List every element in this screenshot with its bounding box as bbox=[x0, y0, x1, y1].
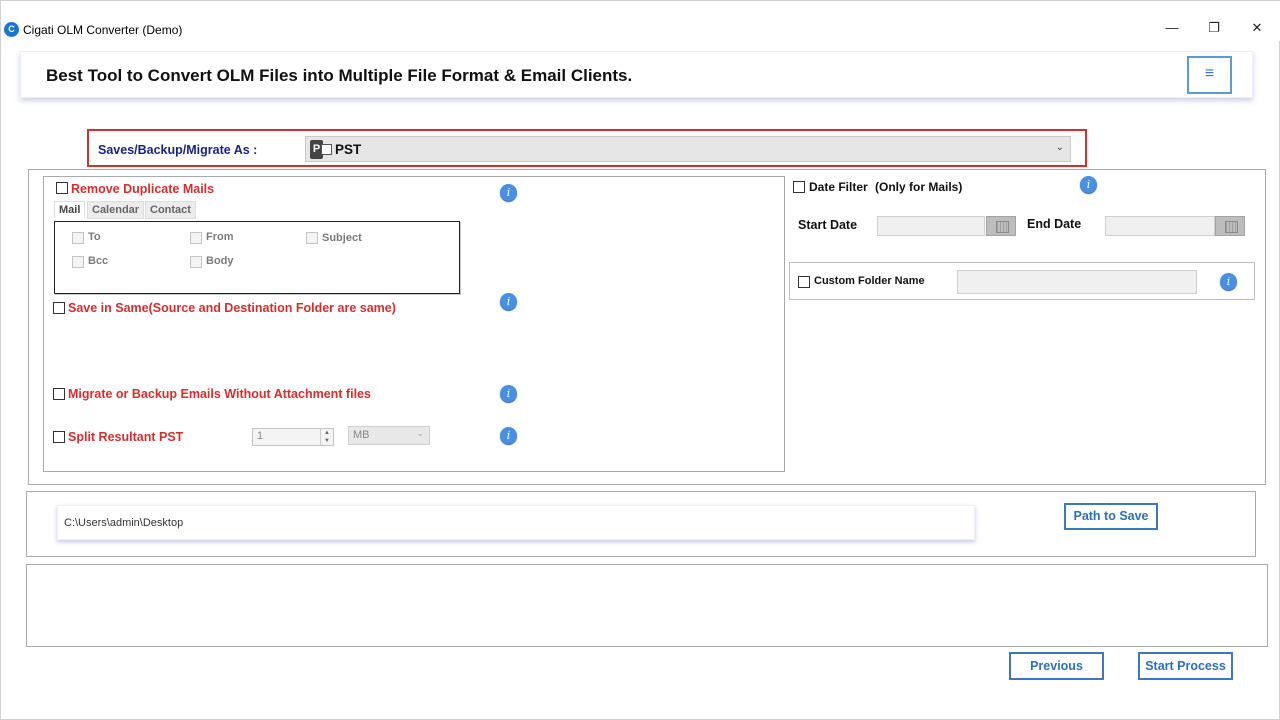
hamburger-menu-button[interactable]: ≡ bbox=[1187, 56, 1232, 94]
info-icon[interactable]: i bbox=[500, 184, 517, 201]
split-size-value: 1 bbox=[257, 430, 264, 442]
from-label: From bbox=[206, 231, 234, 243]
close-button[interactable]: ✕ bbox=[1242, 17, 1272, 39]
to-checkbox[interactable] bbox=[72, 232, 84, 244]
start-process-button[interactable]: Start Process bbox=[1138, 652, 1233, 680]
custom-folder-checkbox[interactable] bbox=[798, 276, 810, 288]
end-date-label: End Date bbox=[1027, 217, 1082, 231]
tab-contact[interactable]: Contact bbox=[145, 201, 196, 219]
without-attachments-label: Migrate or Backup Emails Without Attachm… bbox=[68, 387, 371, 401]
info-icon[interactable]: i bbox=[500, 293, 517, 310]
destination-path-field[interactable]: C:\Users\admin\Desktop bbox=[57, 505, 975, 540]
app-window: C Cigati OLM Converter (Demo) — ❐ ✕ Best… bbox=[0, 0, 1280, 720]
previous-button[interactable]: Previous bbox=[1009, 652, 1104, 680]
split-unit-value: MB bbox=[353, 429, 370, 441]
chevron-down-icon: ⌄ bbox=[416, 428, 424, 438]
outlook-pst-icon: P bbox=[310, 140, 332, 159]
date-filter-checkbox[interactable] bbox=[793, 181, 805, 193]
header-banner: Best Tool to Convert OLM Files into Mult… bbox=[20, 51, 1253, 98]
bcc-label: Bcc bbox=[88, 255, 109, 267]
save-in-same-checkbox[interactable] bbox=[53, 302, 65, 314]
stepper-arrows-icon[interactable]: ▲ ▼ bbox=[320, 429, 333, 445]
to-label: To bbox=[88, 231, 101, 243]
custom-folder-input[interactable] bbox=[957, 270, 1197, 294]
split-pst-label: Split Resultant PST bbox=[68, 430, 184, 444]
save-as-selected-value: PST bbox=[335, 142, 362, 157]
start-date-input[interactable] bbox=[877, 216, 985, 236]
start-date-calendar-icon[interactable] bbox=[986, 216, 1016, 236]
start-date-label: Start Date bbox=[798, 218, 858, 232]
info-icon[interactable]: i bbox=[500, 427, 517, 444]
date-filter-label: Date Filter bbox=[809, 180, 868, 194]
remove-duplicate-label: Remove Duplicate Mails bbox=[71, 182, 215, 196]
info-icon[interactable]: i bbox=[1220, 273, 1237, 290]
tab-mail[interactable]: Mail bbox=[54, 201, 86, 219]
log-panel bbox=[26, 564, 1268, 647]
custom-folder-label: Custom Folder Name bbox=[814, 275, 925, 287]
bcc-checkbox[interactable] bbox=[72, 256, 84, 268]
title-bar: C Cigati OLM Converter (Demo) — ❐ ✕ bbox=[1, 1, 1280, 41]
subject-checkbox[interactable] bbox=[306, 232, 318, 244]
body-checkbox[interactable] bbox=[190, 256, 202, 268]
save-as-label: Saves/Backup/Migrate As : bbox=[98, 143, 258, 157]
duplicate-fields-box bbox=[54, 221, 460, 294]
info-icon[interactable]: i bbox=[500, 385, 517, 402]
save-as-section: Saves/Backup/Migrate As : P PST ⌄ bbox=[87, 129, 1087, 167]
tab-calendar[interactable]: Calendar bbox=[87, 201, 145, 219]
split-unit-dropdown[interactable]: MB ⌄ bbox=[348, 426, 430, 445]
banner-headline: Best Tool to Convert OLM Files into Mult… bbox=[46, 66, 633, 85]
end-date-input[interactable] bbox=[1105, 216, 1215, 236]
date-filter-note: (Only for Mails) bbox=[875, 180, 963, 194]
maximize-button[interactable]: ❐ bbox=[1199, 17, 1229, 39]
subject-label: Subject bbox=[322, 232, 362, 244]
info-icon[interactable]: i bbox=[1080, 176, 1097, 193]
remove-duplicate-checkbox[interactable] bbox=[56, 182, 68, 194]
body-label: Body bbox=[206, 255, 234, 267]
split-size-stepper[interactable]: 1 ▲ ▼ bbox=[252, 428, 334, 446]
from-checkbox[interactable] bbox=[190, 232, 202, 244]
path-to-save-button[interactable]: Path to Save bbox=[1064, 503, 1158, 530]
end-date-calendar-icon[interactable] bbox=[1215, 216, 1245, 236]
without-attachments-checkbox[interactable] bbox=[53, 388, 65, 400]
window-title: Cigati OLM Converter (Demo) bbox=[23, 23, 183, 37]
save-in-same-label: Save in Same(Source and Destination Fold… bbox=[68, 301, 396, 315]
chevron-down-icon: ⌄ bbox=[1055, 142, 1064, 153]
app-logo-icon: C bbox=[4, 22, 19, 37]
split-pst-checkbox[interactable] bbox=[53, 431, 65, 443]
minimize-button[interactable]: — bbox=[1157, 17, 1187, 39]
save-as-dropdown[interactable]: P PST ⌄ bbox=[305, 136, 1071, 162]
